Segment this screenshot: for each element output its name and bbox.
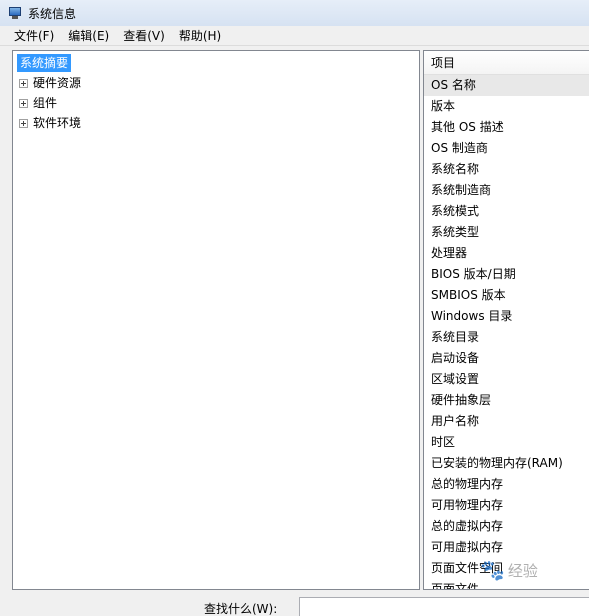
list-item[interactable]: BIOS 版本/日期 (424, 264, 589, 285)
list-item[interactable]: OS 名称 (424, 75, 589, 96)
tree-item-label: 组件 (33, 96, 58, 110)
window-title: 系统信息 (28, 6, 77, 21)
tree-item-hardware-resources[interactable]: 硬件资源 (13, 73, 81, 93)
tree-item-label: 软件环境 (33, 116, 82, 130)
list-item[interactable]: 硬件抽象层 (424, 390, 589, 411)
list-item[interactable]: 系统目录 (424, 327, 589, 348)
system-info-icon (8, 6, 22, 20)
tree-item-software-environment[interactable]: 软件环境 (13, 113, 81, 133)
menu-view[interactable]: 查看(V) (116, 27, 172, 45)
list-item[interactable]: 页面文件 (424, 579, 589, 589)
tree-item-components[interactable]: 组件 (13, 93, 57, 113)
expand-plus-icon[interactable] (19, 98, 28, 108)
expand-plus-icon[interactable] (19, 78, 28, 88)
list-item[interactable]: 系统制造商 (424, 180, 589, 201)
list-item[interactable]: 其他 OS 描述 (424, 117, 589, 138)
list-item[interactable]: 启动设备 (424, 348, 589, 369)
list-item[interactable]: 总的物理内存 (424, 474, 589, 495)
list-item[interactable]: 可用物理内存 (424, 495, 589, 516)
list-item[interactable]: Windows 目录 (424, 306, 589, 327)
tree-item-system-summary[interactable]: 系统摘要 (17, 53, 72, 73)
details-list[interactable]: 项目 OS 名称 版本 其他 OS 描述 OS 制造商 系统名称 系统制造商 系统模式 系统类… (423, 50, 589, 590)
menu-bar: 文件(F) 编辑(E) 查看(V) 帮助(H) (0, 26, 589, 46)
tree-item-label: 系统摘要 (17, 54, 72, 72)
list-item[interactable]: OS 制造商 (424, 138, 589, 159)
menu-help[interactable]: 帮助(H) (172, 27, 228, 45)
expand-plus-icon[interactable] (19, 118, 28, 128)
find-label: 查找什么(W): (204, 602, 278, 616)
title-bar[interactable]: 系统信息 (0, 0, 589, 26)
list-item[interactable]: 系统模式 (424, 201, 589, 222)
find-bar: 查找什么(W): (0, 592, 589, 616)
find-input[interactable] (299, 597, 589, 616)
list-item[interactable]: 总的虚拟内存 (424, 516, 589, 537)
list-item[interactable]: 系统类型 (424, 222, 589, 243)
list-item[interactable]: 系统名称 (424, 159, 589, 180)
list-item[interactable]: 处理器 (424, 243, 589, 264)
menu-file[interactable]: 文件(F) (0, 27, 61, 45)
list-item[interactable]: 版本 (424, 96, 589, 117)
list-item[interactable]: 页面文件空间 (424, 558, 589, 579)
tree-item-label: 硬件资源 (33, 76, 82, 90)
category-tree[interactable]: 系统摘要 硬件资源 组件 软件环境 (12, 50, 420, 590)
list-item[interactable]: 可用虚拟内存 (424, 537, 589, 558)
list-item[interactable]: 用户名称 (424, 411, 589, 432)
list-item[interactable]: 时区 (424, 432, 589, 453)
menu-edit[interactable]: 编辑(E) (61, 27, 116, 45)
list-item[interactable]: 区域设置 (424, 369, 589, 390)
list-item[interactable]: SMBIOS 版本 (424, 285, 589, 306)
list-item[interactable]: 已安装的物理内存(RAM) (424, 453, 589, 474)
system-info-window: 系统信息 文件(F) 编辑(E) 查看(V) 帮助(H) 系统摘要 硬件资源 组… (0, 0, 589, 616)
column-header-item[interactable]: 项目 (424, 51, 589, 75)
details-rows: OS 名称 版本 其他 OS 描述 OS 制造商 系统名称 系统制造商 系统模式 系统类型 处理… (424, 75, 589, 589)
